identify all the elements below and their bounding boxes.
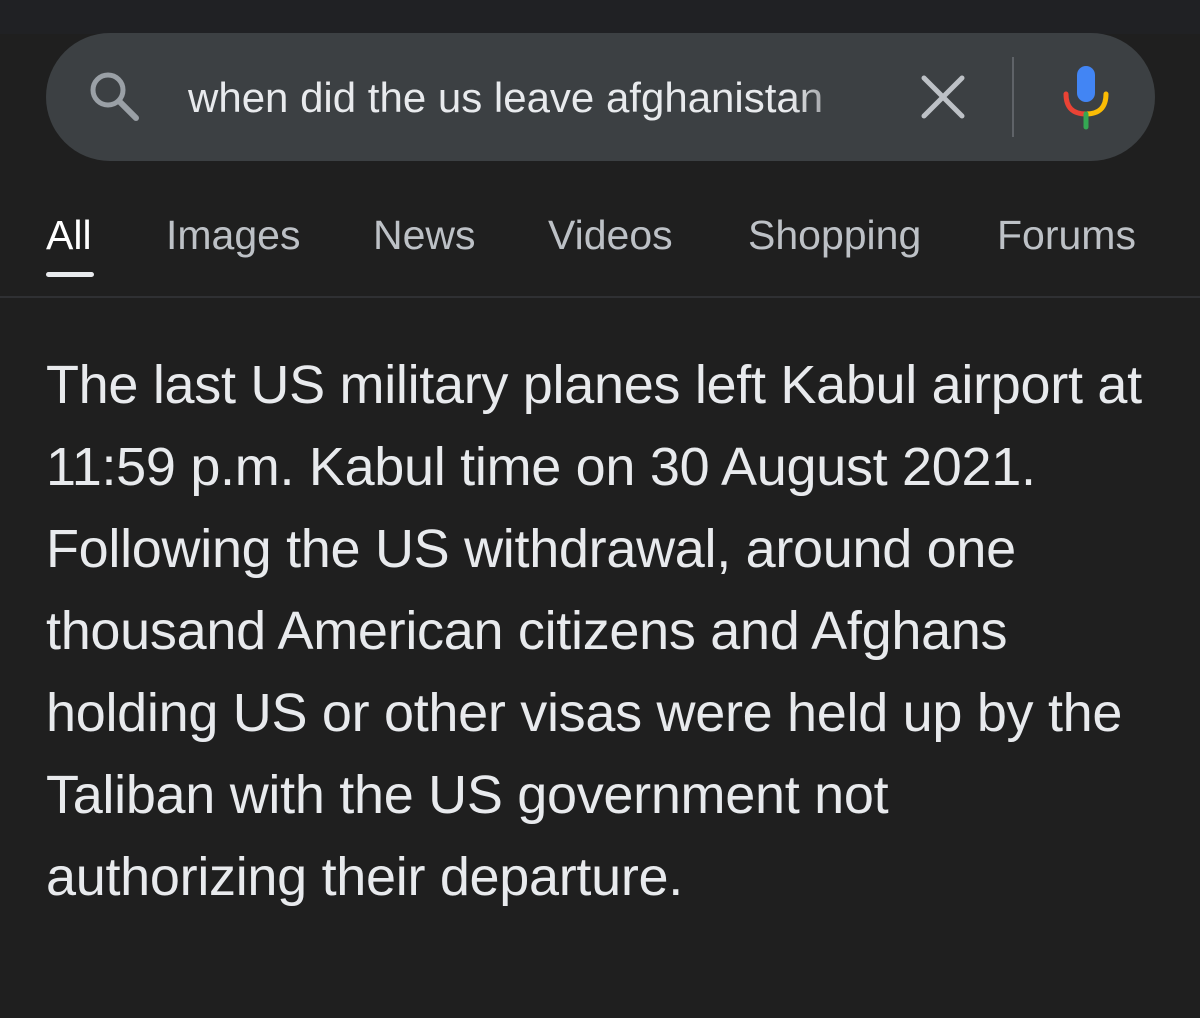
tab-shopping[interactable]: Shopping — [748, 210, 921, 260]
tab-videos[interactable]: Videos — [548, 210, 673, 260]
status-area — [0, 0, 1200, 34]
active-tab-indicator — [46, 272, 94, 277]
featured-answer-text: The last US military planes left Kabul a… — [46, 355, 1142, 907]
tab-news[interactable]: News — [373, 210, 476, 260]
close-icon[interactable] — [916, 70, 970, 124]
tab-forums[interactable]: Forums — [997, 210, 1136, 260]
tab-all[interactable]: All — [46, 210, 92, 260]
search-tabs: All Images News Videos Shopping Forums — [0, 200, 1200, 296]
microphone-icon[interactable] — [1058, 64, 1114, 130]
tabs-divider — [0, 296, 1200, 298]
tab-images[interactable]: Images — [166, 210, 300, 260]
search-input[interactable]: when did the us leave afghanistan — [188, 68, 873, 128]
search-icon — [84, 66, 144, 126]
search-results-page: when did the us leave afghanistan All Im… — [0, 0, 1200, 1018]
search-divider — [1012, 57, 1014, 137]
